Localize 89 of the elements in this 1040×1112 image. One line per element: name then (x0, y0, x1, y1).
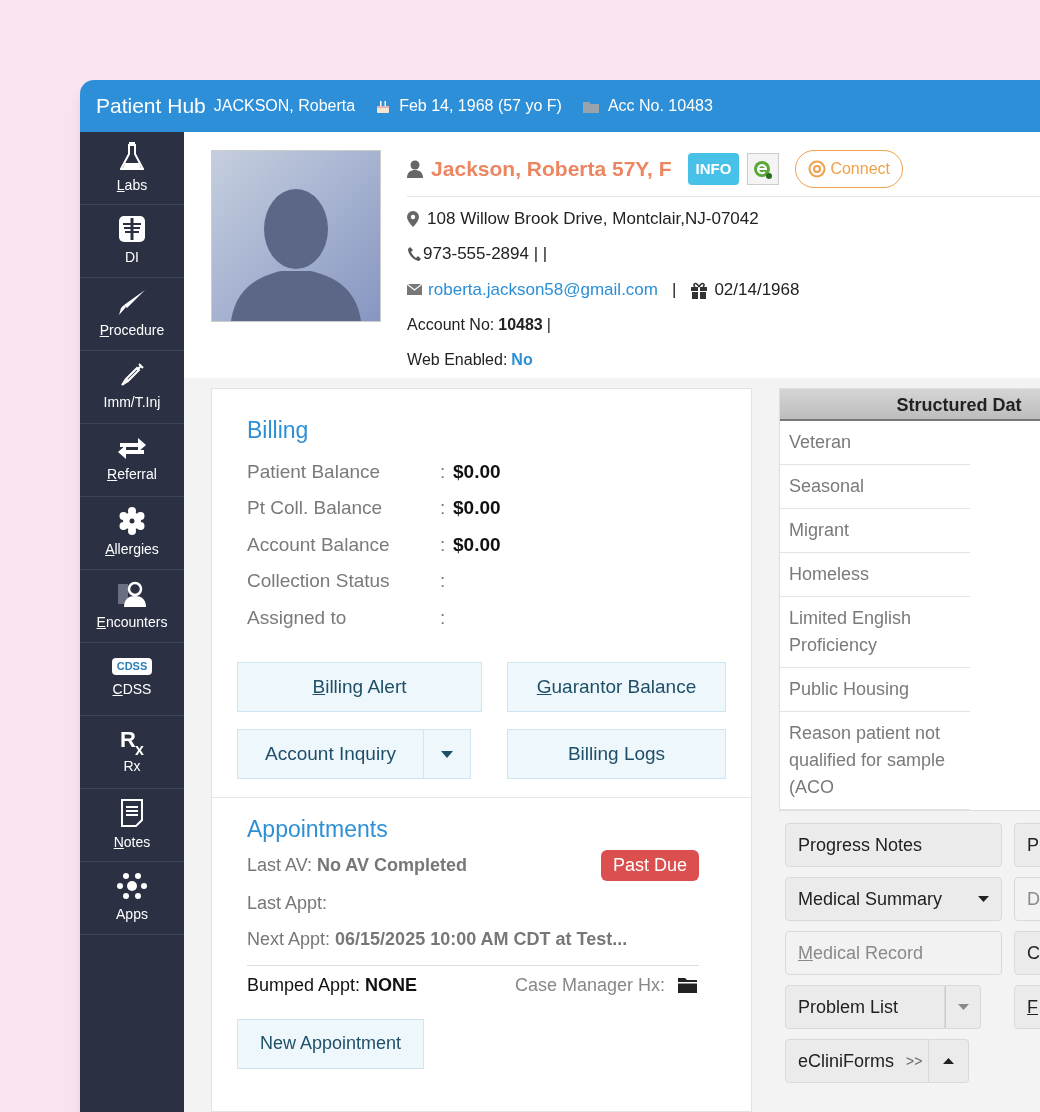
account-number: Acc No. 10483 (607, 96, 713, 116)
cake-icon (375, 98, 392, 114)
colon-separator: : (440, 532, 447, 557)
sidebar-item[interactable]: Notes (80, 789, 184, 862)
field-value: $0.00 (453, 532, 501, 557)
action-button[interactable]: C (1014, 931, 1040, 975)
caret-icon (441, 750, 453, 758)
location-pin-icon (407, 210, 420, 227)
field-label: Pt Coll. Balance (247, 496, 384, 520)
dropdown-button[interactable] (945, 985, 981, 1029)
billing-button[interactable]: Billing Logs (507, 729, 726, 779)
phone-icon (407, 246, 422, 263)
syringe-icon (119, 361, 145, 388)
app-title: Patient Hub (96, 93, 206, 120)
field-label: Account Balance (247, 532, 391, 557)
case-manager-label: Case Manager Hx: (514, 973, 665, 997)
web-enabled-value: No (511, 350, 533, 371)
colon-separator: : (440, 605, 447, 630)
field-value: $0.00 (453, 459, 501, 484)
separator-text: | (546, 314, 551, 335)
field-label: Patient Balance (247, 459, 382, 484)
next-appt-text: Next Appt: 06/15/2025 10:00 AM CDT at Test... (247, 927, 629, 951)
colon-separator: : (440, 569, 447, 593)
field-label: Assigned to (247, 605, 348, 630)
action-button[interactable]: P (1014, 823, 1040, 867)
account-inquiry-button[interactable]: Account Inquiry (237, 729, 424, 779)
notepad-icon (120, 797, 144, 828)
cdss-icon: CDSS (111, 658, 153, 675)
caret-icon (978, 896, 989, 902)
expand-button[interactable] (929, 1039, 970, 1083)
new-appointment-button[interactable]: New Appointment (237, 1018, 425, 1069)
colon-separator: : (440, 459, 447, 484)
patient-name: JACKSON, Roberta (213, 96, 356, 116)
account-label: Account No: (407, 314, 495, 335)
table-cell: Homeless (780, 553, 970, 597)
billing-button[interactable]: Guarantor Balance (507, 662, 726, 712)
person-icon (407, 160, 424, 178)
separator-text: | (671, 278, 677, 301)
last-appt-text: Last Appt: (247, 891, 329, 915)
action-button[interactable]: Progress Notes (785, 823, 1002, 867)
table-cell: Limited English Proficiency (780, 597, 970, 668)
folder-icon[interactable] (677, 976, 699, 994)
table-cell: Migrant (780, 509, 970, 553)
birth-date: Feb 14, 1968 (57 yo F) (399, 96, 562, 116)
action-button[interactable]: Medical Summary (785, 877, 1002, 921)
section-title: Appointments (247, 815, 389, 844)
gift-icon (690, 280, 709, 299)
action-button[interactable]: eCliniForms >> (785, 1039, 930, 1083)
past-due-badge: Past Due (600, 850, 699, 881)
molecule-dots-icon (117, 871, 147, 900)
scanner-icon (118, 214, 146, 243)
section-title: Billing (247, 416, 310, 445)
bumped-appt-text: Bumped Appt: NONE (247, 973, 418, 997)
connect-icon (808, 160, 827, 178)
table-cell: Seasonal (780, 465, 970, 509)
last-av-text: Last AV: No AV Completed (247, 854, 468, 877)
patient-name-heading: Jackson, Roberta 57Y, F (431, 156, 672, 183)
action-button[interactable]: Problem List (785, 985, 945, 1029)
field-value: $0.00 (453, 496, 501, 520)
two-way-arrows-icon (116, 435, 148, 460)
birthday-text: 02/14/1968 (714, 278, 800, 301)
e-prescribe-icon[interactable] (747, 153, 780, 185)
table-cell: Veteran (780, 421, 970, 465)
dropdown-button[interactable] (424, 729, 471, 779)
address-text: 108 Willow Brook Drive, Montclair,NJ-07042 (427, 207, 759, 230)
scalpel-icon (117, 287, 147, 316)
sidebar-item[interactable]: Encounters (80, 570, 184, 643)
envelope-icon (407, 284, 423, 295)
table-cell: Reason patient not qualified for sample (ACO (780, 712, 970, 810)
billing-button[interactable]: Billing Alert (237, 662, 482, 712)
web-enabled-label: Web Enabled: (407, 350, 508, 371)
table-header: Structured Dat (780, 389, 1040, 421)
caret-icon (957, 1004, 969, 1010)
sidebar-item[interactable]: DI (80, 205, 184, 278)
sidebar-item[interactable]: CDSS CDSS (80, 643, 184, 716)
sidebar-item[interactable]: Referral (80, 424, 184, 497)
account-value: 10483 (498, 314, 543, 335)
table-cell: Public Housing (780, 668, 970, 712)
action-button[interactable]: F (1014, 985, 1040, 1029)
flask-icon (120, 140, 144, 171)
email-link[interactable]: roberta.jackson58@gmail.com (428, 276, 658, 303)
colon-separator: : (440, 496, 447, 520)
sidebar-item[interactable]: Allergies (80, 497, 184, 570)
phone-number: 973-555-2894 | | (423, 243, 548, 266)
gear-icon (118, 506, 146, 535)
caret-up-icon (943, 1058, 955, 1064)
field-label: Collection Status (247, 569, 391, 593)
person-icon (116, 579, 148, 608)
sidebar-item[interactable]: Apps (80, 862, 184, 935)
